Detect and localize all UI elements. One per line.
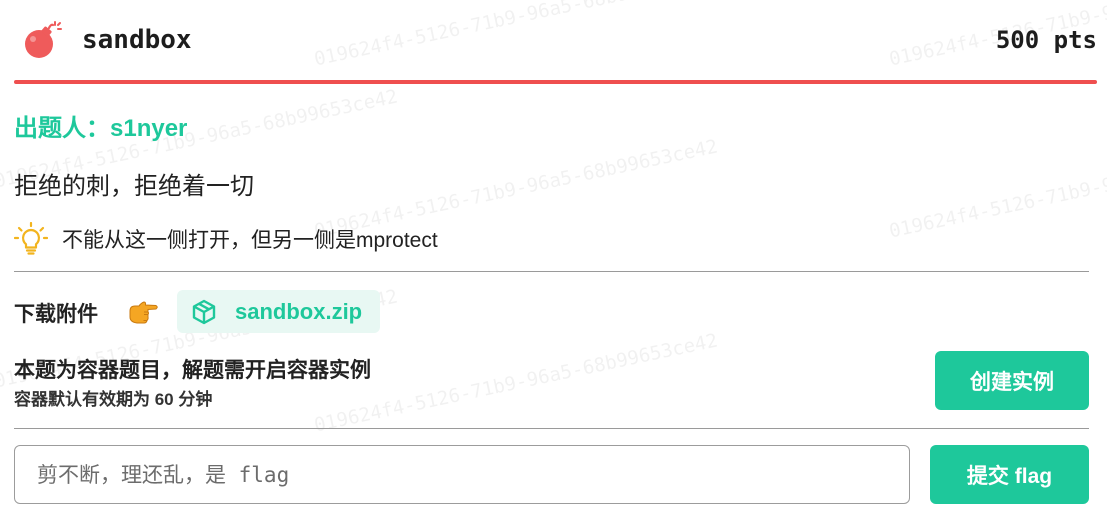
section-divider [14,271,1089,272]
challenge-author: 出题人：s1nyer [14,115,188,142]
challenge-description: 拒绝的刺，拒绝着一切 [14,173,254,200]
container-subtitle: 容器默认有效期为 60 分钟 [14,390,213,409]
challenge-header: sandbox 500 pts [14,18,1097,68]
header-divider [14,80,1097,84]
package-icon [192,299,216,324]
bomb-icon [25,21,62,58]
create-instance-button[interactable]: 创建实例 [935,351,1089,410]
submit-flag-button[interactable]: 提交 flag [930,445,1089,504]
pointing-hand-icon [129,301,158,324]
attachment-file-name: sandbox.zip [235,298,363,324]
lightbulb-icon [14,222,48,255]
container-title: 本题为容器题目，解题需开启容器实例 [14,359,371,382]
hint-row: 不能从这一侧打开，但另一侧是mprotect [14,222,438,256]
hint-text: 不能从这一侧打开，但另一侧是mprotect [62,229,438,252]
section-divider [14,428,1089,429]
watermark: 019624f4-5126-71b9-96a5-68b99653ce42 [312,329,720,437]
attachment-download-link[interactable]: sandbox.zip [177,290,380,333]
watermark: 019624f4-5126-71b9-96a5-68b99653ce42 [887,135,1107,243]
challenge-points: 500 pts [995,26,1097,54]
attachment-label: 下载附件 [14,303,98,326]
challenge-title: sandbox [82,25,192,55]
flag-input[interactable] [14,445,910,504]
